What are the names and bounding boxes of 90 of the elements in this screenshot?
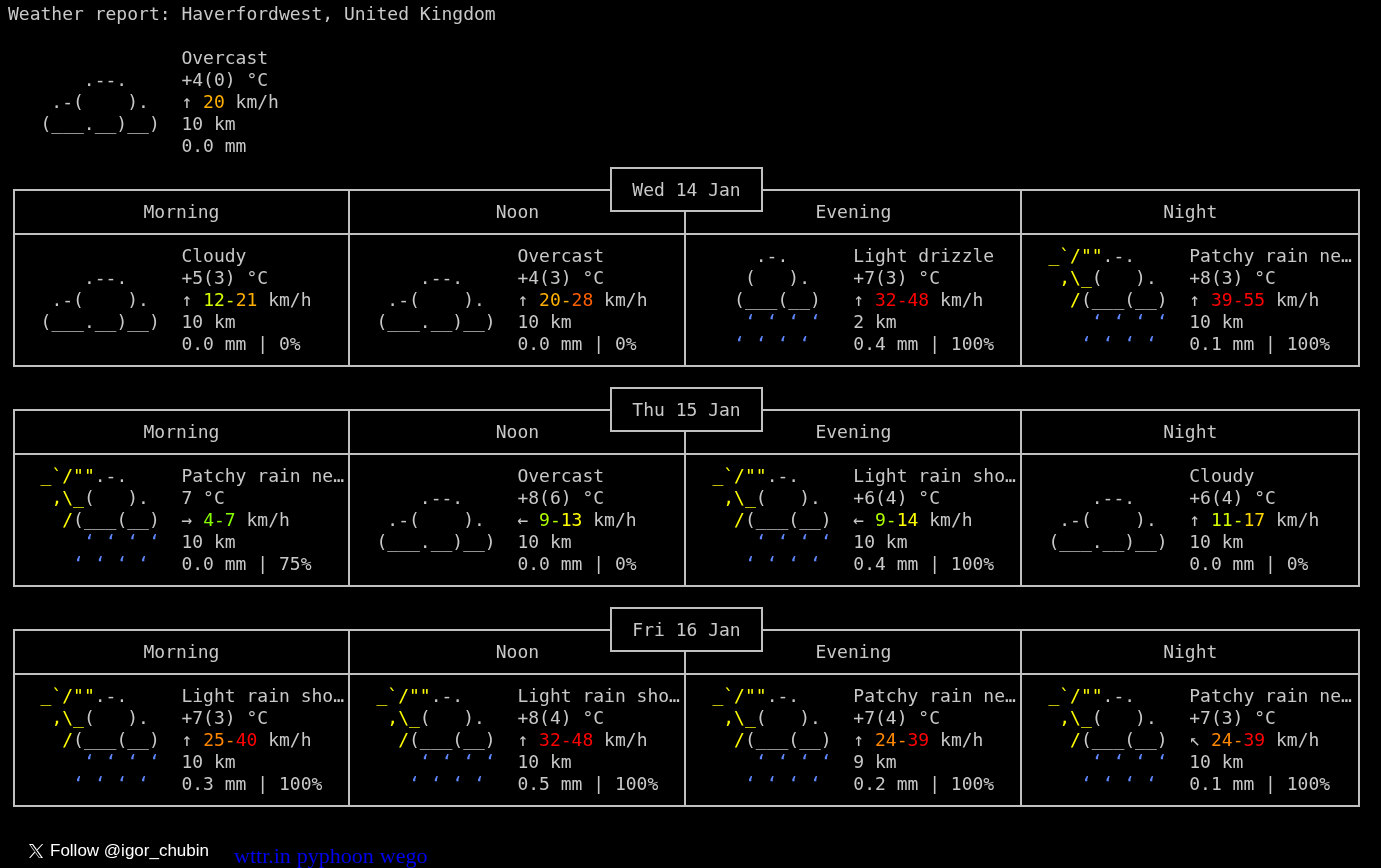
weather-ascii-art: _`/"".-. ,\_( ). /(___(__) ‘ ‘ ‘ ‘ ‘ ‘ ‘ ‘ — [711, 685, 833, 795]
wind-text: ↑ 11-17 km/h — [1189, 509, 1321, 531]
period-label: Night — [1022, 631, 1359, 675]
precipitation-text: 0.1 mm | 100% — [1189, 333, 1332, 355]
condition-text: Patchy rain ne… — [181, 465, 344, 487]
precipitation-text: 0.2 mm | 100% — [853, 773, 996, 795]
weather-ascii-art: .--. .-( ). (___.__)__) — [375, 486, 497, 554]
precipitation-text: 0.0 mm | 0% — [517, 553, 638, 575]
x-icon — [28, 843, 44, 859]
weather-ascii-art: _`/"".-. ,\_( ). /(___(__) ‘ ‘ ‘ ‘ ‘ ‘ ‘ ‘ — [375, 685, 497, 795]
temperature-text: +5(3) °C — [181, 267, 270, 289]
visibility-text: 10 km — [853, 531, 909, 553]
weather-ascii-art: .--. .-( ). (___.__)__) — [1047, 486, 1169, 554]
wind-text: ↑ 32-48 km/h — [853, 289, 985, 311]
condition-text: Light rain sho… — [181, 685, 344, 707]
report-title: Weather report: Haverfordwest, United Kingdom — [8, 3, 497, 25]
visibility-text: 10 km — [517, 311, 573, 333]
wind-text: ← 9-13 km/h — [517, 509, 638, 531]
weather-ascii-art: .--. .-( ). (___.__)__) — [375, 266, 497, 334]
weather-ascii-art: .-. ( ). (___(__) ‘ ‘ ‘ ‘ ‘ ‘ ‘ ‘ — [733, 245, 822, 355]
wind-text: ↑ 20-28 km/h — [517, 289, 649, 311]
visibility-text: 10 km — [517, 751, 573, 773]
temperature-text: +8(4) °C — [517, 707, 606, 729]
condition-text: Light rain sho… — [517, 685, 680, 707]
temperature-text: +4(0) °C — [181, 69, 270, 91]
wind-text: → 4-7 km/h — [181, 509, 291, 531]
condition-text: Overcast — [517, 245, 606, 267]
condition-text: Overcast — [517, 465, 606, 487]
temperature-text: 7 °C — [181, 487, 226, 509]
footer-link[interactable]: wego — [379, 845, 428, 867]
wind-text: ↑ 12-21 km/h — [181, 289, 313, 311]
wind-text: ↑ 32-48 km/h — [517, 729, 649, 751]
condition-text: Cloudy — [1189, 465, 1256, 487]
temperature-text: +4(3) °C — [517, 267, 606, 289]
precipitation-text: 0.1 mm | 100% — [1189, 773, 1332, 795]
visibility-text: 10 km — [181, 751, 237, 773]
temperature-text: +6(4) °C — [1189, 487, 1277, 509]
condition-text: Overcast — [181, 47, 270, 69]
condition-text: Patchy rain ne… — [1189, 245, 1352, 267]
precipitation-text: 0.0 mm | 0% — [181, 333, 302, 355]
period-label: Night — [1022, 411, 1359, 455]
weather-ascii-art: _`/"".-. ,\_( ). /(___(__) ‘ ‘ ‘ ‘ ‘ ‘ ‘ ‘ — [711, 465, 833, 575]
wind-text: ↖ 24-39 km/h — [1189, 729, 1321, 751]
precipitation-text: 0.4 mm | 100% — [853, 553, 996, 575]
precipitation-text: 0.0 mm | 0% — [1189, 553, 1310, 575]
footer-link[interactable]: pyphoon — [296, 845, 374, 867]
wind-text: ↑ 39-55 km/h — [1189, 289, 1321, 311]
condition-text: Light rain sho… — [853, 465, 1016, 487]
visibility-text: 2 km — [853, 311, 898, 333]
precipitation-text: 0.0 mm — [181, 135, 248, 157]
footer-link[interactable]: wttr.in — [234, 845, 291, 867]
period-label: Morning — [14, 631, 351, 675]
precipitation-text: 0.5 mm | 100% — [517, 773, 660, 795]
condition-text: Light drizzle — [853, 245, 996, 267]
weather-ascii-art: _`/"".-. ,\_( ). /(___(__) ‘ ‘ ‘ ‘ ‘ ‘ ‘ ‘ — [39, 685, 161, 795]
precipitation-text: 0.3 mm | 100% — [181, 773, 324, 795]
wind-text: ← 9-14 km/h — [853, 509, 974, 531]
weather-ascii-art: _`/"".-. ,\_( ). /(___(__) ‘ ‘ ‘ ‘ ‘ ‘ ‘ ‘ — [1047, 685, 1169, 795]
condition-text: Cloudy — [181, 245, 248, 267]
wind-text: ↑ 20 km/h — [181, 91, 280, 113]
period-label: Morning — [14, 191, 351, 235]
visibility-text: 10 km — [181, 531, 237, 553]
visibility-text: 10 km — [1189, 751, 1245, 773]
period-label: Night — [1022, 191, 1359, 235]
visibility-text: 9 km — [853, 751, 898, 773]
temperature-text: +7(3) °C — [181, 707, 270, 729]
precipitation-text: 0.0 mm | 0% — [517, 333, 638, 355]
precipitation-text: 0.4 mm | 100% — [853, 333, 996, 355]
wind-text: ↑ 25-40 km/h — [181, 729, 313, 751]
follow-link[interactable]: Follow @igor_chubin — [28, 841, 209, 861]
condition-text: Patchy rain ne… — [853, 685, 1016, 707]
temperature-text: +8(3) °C — [1189, 267, 1277, 289]
visibility-text: 10 km — [517, 531, 573, 553]
temperature-text: +7(3) °C — [853, 267, 941, 289]
weather-ascii-art: _`/"".-. ,\_( ). /(___(__) ‘ ‘ ‘ ‘ ‘ ‘ ‘ ‘ — [1047, 245, 1169, 355]
visibility-text: 10 km — [1189, 531, 1245, 553]
visibility-text: 10 km — [181, 311, 237, 333]
visibility-text: 10 km — [1189, 311, 1245, 333]
temperature-text: +8(6) °C — [517, 487, 606, 509]
weather-ascii-art: .--. .-( ). (___.__)__) — [39, 68, 161, 136]
temperature-text: +6(4) °C — [853, 487, 941, 509]
temperature-text: +7(3) °C — [1189, 707, 1277, 729]
weather-ascii-art: .--. .-( ). (___.__)__) — [39, 266, 161, 334]
wind-text: ↑ 24-39 km/h — [853, 729, 985, 751]
visibility-text: 10 km — [181, 113, 237, 135]
period-label: Morning — [14, 411, 351, 455]
temperature-text: +7(4) °C — [853, 707, 941, 729]
precipitation-text: 0.0 mm | 75% — [181, 553, 313, 575]
weather-ascii-art: _`/"".-. ,\_( ). /(___(__) ‘ ‘ ‘ ‘ ‘ ‘ ‘ ‘ — [39, 465, 161, 575]
condition-text: Patchy rain ne… — [1189, 685, 1352, 707]
